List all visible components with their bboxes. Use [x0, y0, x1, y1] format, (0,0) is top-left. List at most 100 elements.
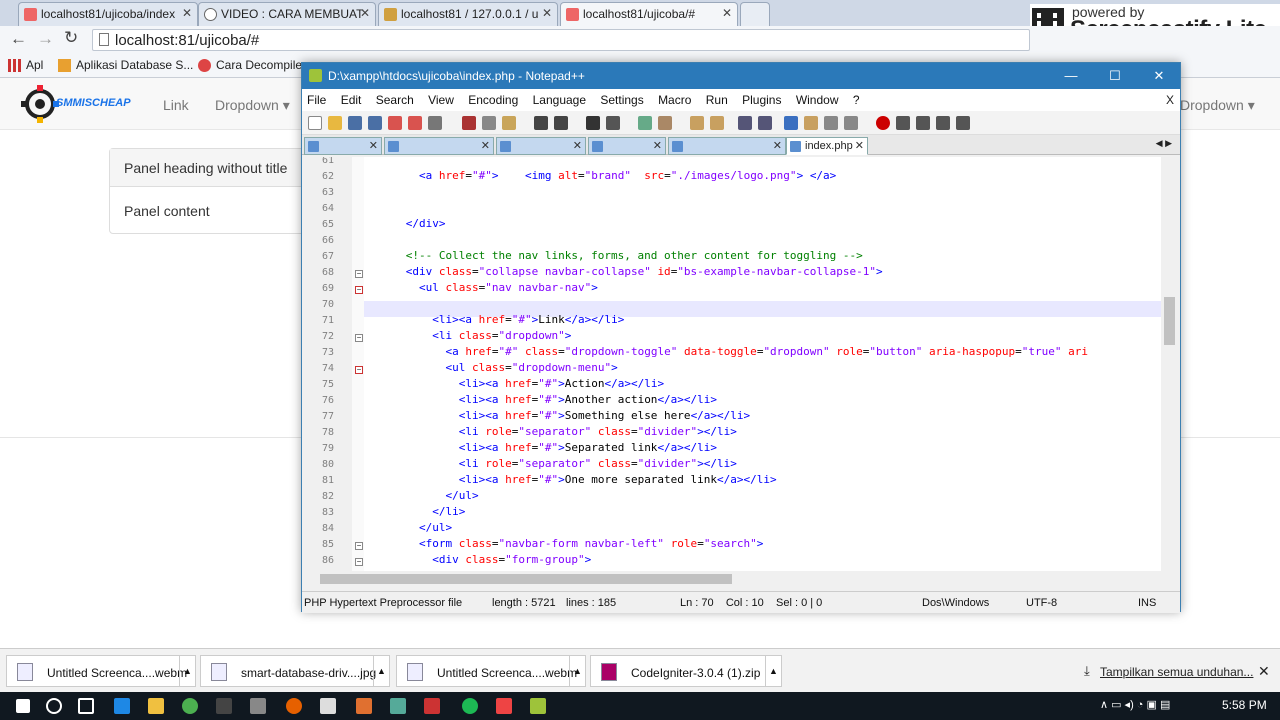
wrap-icon[interactable] [738, 116, 752, 130]
download-item[interactable]: Untitled Screenca....webm ▲ [6, 655, 196, 687]
file-explorer-icon[interactable] [148, 698, 164, 714]
undo-icon[interactable] [534, 116, 548, 130]
redo-icon[interactable] [554, 116, 568, 130]
close-icon[interactable]: ✕ [542, 6, 552, 20]
document-tab-active[interactable]: index.php ✕ [786, 137, 868, 155]
run-macro-multiple-icon[interactable] [936, 116, 950, 130]
vertical-scrollbar[interactable] [1161, 157, 1178, 571]
chevron-up-icon[interactable]: ▲ [569, 656, 585, 686]
fold-toggle-icon[interactable]: − [355, 286, 363, 294]
menu-window[interactable]: Window [796, 93, 839, 107]
menu-language[interactable]: Language [533, 93, 586, 107]
close-icon[interactable]: ✕ [722, 6, 732, 20]
close-icon[interactable]: ✕ [1258, 663, 1270, 680]
menu-help[interactable]: ? [853, 93, 860, 107]
horizontal-scrollbar[interactable] [304, 571, 1162, 587]
menu-settings[interactable]: Settings [600, 93, 643, 107]
nav-dropdown-right[interactable]: Dropdown ▾ [1180, 97, 1255, 114]
find-icon[interactable] [586, 116, 600, 130]
document-tab[interactable]: ✕ [496, 137, 586, 155]
close-icon[interactable]: ✕ [855, 139, 864, 152]
document-tab[interactable]: ✕ [384, 137, 494, 155]
line-icon[interactable] [462, 698, 478, 714]
reload-icon[interactable]: ↻ [64, 28, 78, 48]
stop-macro-icon[interactable] [896, 116, 910, 130]
fold-toggle-icon[interactable]: − [355, 270, 363, 278]
notepadpp-icon[interactable] [530, 698, 546, 714]
sync-v-icon[interactable] [690, 116, 704, 130]
steam-icon[interactable] [216, 698, 232, 714]
fold-toggle-icon[interactable]: − [355, 558, 363, 566]
save-icon[interactable] [348, 116, 362, 130]
browser-tab[interactable]: localhost81/ujicoba/index ✕ [18, 2, 198, 26]
chrome-icon[interactable] [182, 698, 198, 714]
xampp-icon[interactable] [356, 698, 372, 714]
close-icon[interactable]: ✕ [1138, 65, 1180, 87]
fold-toggle-icon[interactable]: − [355, 334, 363, 342]
zoom-in-icon[interactable] [638, 116, 652, 130]
minimize-icon[interactable]: — [1050, 65, 1092, 87]
store-icon[interactable] [250, 698, 266, 714]
browser-tab[interactable]: localhost81 / 127.0.0.1 / u ✕ [378, 2, 558, 26]
replace-icon[interactable] [606, 116, 620, 130]
show-all-chars-icon[interactable] [758, 116, 772, 130]
close-icon[interactable]: ✕ [573, 139, 582, 152]
windows-start-icon[interactable] [16, 699, 30, 713]
close-all-icon[interactable] [408, 116, 422, 130]
chevron-up-icon[interactable]: ▲ [179, 656, 195, 686]
close-file-icon[interactable] [388, 116, 402, 130]
menu-view[interactable]: View [428, 93, 454, 107]
chevron-up-icon[interactable]: ▲ [373, 656, 389, 686]
menu-edit[interactable]: Edit [341, 93, 362, 107]
nav-link[interactable]: Link [163, 97, 189, 113]
back-icon[interactable]: ← [10, 29, 27, 49]
close-icon[interactable]: ✕ [653, 139, 662, 152]
browser-tab-active[interactable]: localhost81/ujicoba/# ✕ [560, 2, 738, 26]
new-file-icon[interactable] [308, 116, 322, 130]
app-icon[interactable] [320, 698, 336, 714]
print-icon[interactable] [428, 116, 442, 130]
fold-toggle-icon[interactable]: − [355, 542, 363, 550]
app-icon[interactable] [390, 698, 406, 714]
save-all-icon[interactable] [368, 116, 382, 130]
bookmark-item[interactable]: Cara Decompile [198, 58, 302, 72]
cut-icon[interactable] [462, 116, 476, 130]
save-macro-icon[interactable] [956, 116, 970, 130]
close-icon[interactable]: ✕ [481, 139, 490, 152]
menu-encoding[interactable]: Encoding [468, 93, 518, 107]
menu-macro[interactable]: Macro [658, 93, 691, 107]
document-tab[interactable]: ✕ [588, 137, 666, 155]
menu-file[interactable]: File [307, 93, 326, 107]
close-icon[interactable]: ✕ [773, 139, 782, 152]
address-bar[interactable]: localhost:81/ujicoba/# [92, 29, 1030, 51]
search-icon[interactable] [46, 698, 62, 714]
show-all-downloads-link[interactable]: Tampilkan semua unduhan... [1100, 665, 1253, 679]
menu-search[interactable]: Search [376, 93, 414, 107]
scroll-thumb[interactable] [1164, 297, 1175, 345]
udl-icon[interactable] [804, 116, 818, 130]
maximize-icon[interactable]: ☐ [1094, 65, 1136, 87]
scroll-thumb[interactable] [320, 574, 732, 584]
record-macro-icon[interactable] [876, 116, 890, 130]
window-titlebar[interactable]: D:\xampp\htdocs\ujicoba\index.php - Note… [302, 63, 1180, 89]
site-brand-logo[interactable]: SMMISCHEAP [20, 84, 150, 124]
menu-plugins[interactable]: Plugins [742, 93, 781, 107]
copy-icon[interactable] [482, 116, 496, 130]
zoom-out-icon[interactable] [658, 116, 672, 130]
chevron-up-icon[interactable]: ▲ [765, 656, 781, 686]
indent-guide-icon[interactable] [784, 116, 798, 130]
paste-icon[interactable] [502, 116, 516, 130]
sync-h-icon[interactable] [710, 116, 724, 130]
nav-dropdown[interactable]: Dropdown ▾ [215, 97, 290, 114]
clock[interactable]: 5:58 PM [1222, 698, 1267, 712]
app-icon[interactable] [424, 698, 440, 714]
app-icon[interactable] [496, 698, 512, 714]
download-item[interactable]: CodeIgniter-3.0.4 (1).zip ▲ [590, 655, 782, 687]
close-icon[interactable]: ✕ [369, 139, 378, 152]
document-tab[interactable]: ✕ [304, 137, 382, 155]
play-macro-icon[interactable] [916, 116, 930, 130]
edge-icon[interactable] [114, 698, 130, 714]
new-tab-button[interactable] [740, 2, 770, 26]
bookmark-apps[interactable]: Apl [8, 58, 43, 72]
doc-map-icon[interactable] [824, 116, 838, 130]
